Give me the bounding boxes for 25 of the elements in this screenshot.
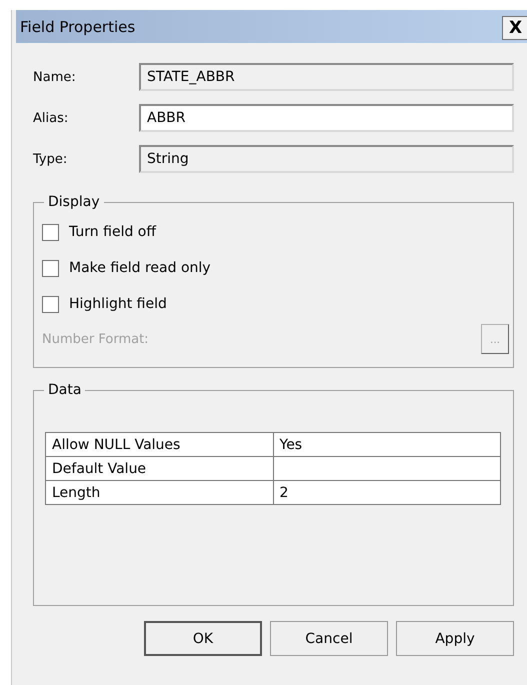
readonly-field[interactable]: STATE_ABBR: [139, 63, 514, 91]
checkbox-label: Make field read only: [69, 260, 211, 276]
table-cell: Default Value: [46, 456, 273, 480]
window-title: Field Properties: [20, 18, 136, 36]
dialog-button[interactable]: Cancel: [270, 621, 388, 656]
checkbox[interactable]: [42, 224, 59, 240]
input-field[interactable]: ABBR: [139, 104, 514, 132]
field-label: Name:: [33, 70, 77, 84]
field-label: Alias:: [33, 110, 70, 126]
field-label: Type:: [33, 152, 68, 166]
table-cell: Yes: [273, 432, 500, 456]
table-cell: 2: [273, 480, 500, 504]
table-cell: Length: [46, 480, 273, 504]
table-cell: Allow NULL Values: [46, 432, 273, 456]
number-format-label: Number Format:: [42, 332, 149, 346]
checkbox[interactable]: [42, 260, 59, 276]
checkbox[interactable]: [42, 296, 59, 312]
close-button[interactable]: X: [502, 16, 527, 40]
group-title: Display: [47, 194, 101, 210]
dialog-button[interactable]: OK: [144, 621, 262, 656]
readonly-field[interactable]: String: [139, 145, 514, 173]
dialog-button[interactable]: Apply: [396, 621, 514, 656]
group-title: Data: [47, 382, 82, 398]
checkbox-label: Highlight field: [69, 296, 167, 312]
checkbox-label: Turn field off: [69, 224, 156, 240]
